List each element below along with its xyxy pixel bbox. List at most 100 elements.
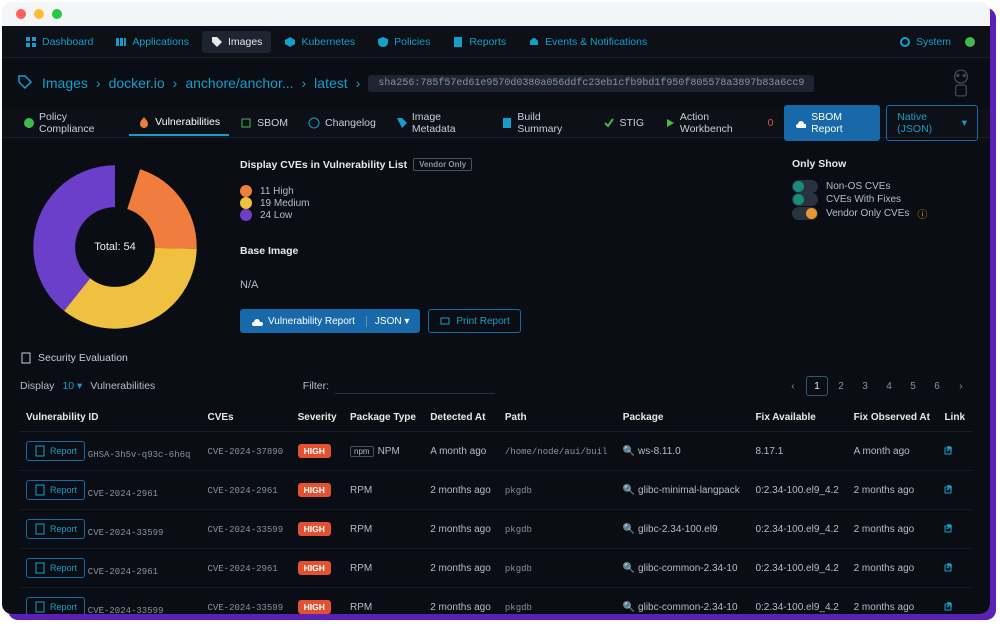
col-header[interactable]: Package xyxy=(617,404,750,432)
page-next[interactable]: › xyxy=(950,376,972,396)
toggle-switch[interactable] xyxy=(792,207,818,220)
close-dot[interactable] xyxy=(16,9,26,19)
col-header[interactable]: Link xyxy=(938,404,972,432)
row-report-button[interactable]: Report xyxy=(26,441,85,461)
tag-icon xyxy=(18,75,34,91)
legend-item[interactable]: 24 Low xyxy=(240,209,762,221)
row-report-button[interactable]: Report xyxy=(26,519,85,539)
search-icon[interactable]: 🔍 xyxy=(623,485,635,496)
tab-metadata[interactable]: Image Metadata xyxy=(387,105,491,141)
external-link-icon[interactable] xyxy=(944,526,956,537)
page-2[interactable]: 2 xyxy=(830,376,852,396)
col-header[interactable]: Fix Observed At xyxy=(848,404,939,432)
base-image-value: N/A xyxy=(240,279,762,291)
external-link-icon[interactable] xyxy=(944,604,956,615)
bell-icon xyxy=(528,36,540,48)
row-report-button[interactable]: Report xyxy=(26,558,85,578)
donut-total: Total: 54 xyxy=(94,241,136,253)
legend-item[interactable]: 19 Medium xyxy=(240,197,762,209)
toggle-switch[interactable] xyxy=(792,180,818,193)
detected-at: 2 months ago xyxy=(424,588,499,615)
col-header[interactable]: Package Type xyxy=(344,404,424,432)
external-link-icon[interactable] xyxy=(944,448,956,459)
sbom-report-button[interactable]: SBOM Report xyxy=(784,105,880,141)
top-nav: Dashboard Applications Images Kubernetes… xyxy=(2,26,990,58)
search-icon[interactable]: 🔍 xyxy=(623,446,635,457)
nav-dashboard[interactable]: Dashboard xyxy=(16,31,102,53)
nav-label: Dashboard xyxy=(42,36,93,48)
cve-id: CVE-2024-33599 xyxy=(207,603,283,613)
page-6[interactable]: 6 xyxy=(926,376,948,396)
tab-build[interactable]: Build Summary xyxy=(492,105,591,141)
page-4[interactable]: 4 xyxy=(878,376,900,396)
col-header[interactable]: Detected At xyxy=(424,404,499,432)
col-header[interactable]: Vulnerability ID xyxy=(20,404,201,432)
legend-item[interactable]: 11 High xyxy=(240,185,762,197)
tab-policy[interactable]: Policy Compliance xyxy=(14,105,127,141)
tab-sbom[interactable]: SBOM xyxy=(231,111,297,135)
bc-root[interactable]: Images xyxy=(42,75,88,91)
bc-tag[interactable]: latest xyxy=(314,75,347,91)
nav-images[interactable]: Images xyxy=(202,31,271,53)
fire-icon xyxy=(138,116,150,128)
tab-changelog[interactable]: Changelog xyxy=(299,111,385,135)
tab-vulnerabilities[interactable]: Vulnerabilities xyxy=(129,110,229,136)
nav-policies[interactable]: Policies xyxy=(368,31,439,53)
external-link-icon[interactable] xyxy=(944,487,956,498)
color-swatch xyxy=(240,209,252,221)
display-label: Display xyxy=(20,380,54,392)
doc-icon xyxy=(452,36,464,48)
nav-label: Applications xyxy=(132,36,189,48)
col-header[interactable]: CVEs xyxy=(201,404,291,432)
external-link-icon[interactable] xyxy=(944,565,956,576)
robot-icon xyxy=(948,68,974,98)
print-report-button[interactable]: Print Report xyxy=(428,309,520,333)
search-icon[interactable]: 🔍 xyxy=(623,524,635,535)
toggle-label: Vendor Only CVEs xyxy=(826,208,909,219)
col-header[interactable]: Fix Available xyxy=(749,404,847,432)
nav-reports[interactable]: Reports xyxy=(443,31,515,53)
chevron-right-icon: › xyxy=(356,75,361,91)
row-report-button[interactable]: Report xyxy=(26,480,85,500)
bc-registry[interactable]: docker.io xyxy=(109,75,165,91)
page-1[interactable]: 1 xyxy=(806,376,828,396)
tab-action[interactable]: Action Workbench0 xyxy=(655,105,782,141)
format-dropdown[interactable]: JSON ▾ xyxy=(366,316,409,327)
tag-icon xyxy=(396,117,407,129)
native-json-button[interactable]: Native (JSON)▾ xyxy=(886,105,978,141)
search-icon[interactable]: 🔍 xyxy=(623,602,635,613)
max-dot[interactable] xyxy=(52,9,62,19)
only-show-block: Only Show Non-OS CVEsCVEs With FixesVend… xyxy=(792,152,972,342)
breadcrumb: Images › docker.io › anchore/anchor... ›… xyxy=(2,58,990,108)
col-header[interactable]: Path xyxy=(499,404,617,432)
browser-window: Dashboard Applications Images Kubernetes… xyxy=(2,2,990,614)
vuln-report-button[interactable]: Vulnerability ReportJSON ▾ xyxy=(240,309,420,333)
search-icon[interactable]: 🔍 xyxy=(623,563,635,574)
bc-repo[interactable]: anchore/anchor... xyxy=(185,75,293,91)
page-5[interactable]: 5 xyxy=(902,376,924,396)
page-size-select[interactable]: 10 ▾ xyxy=(62,380,82,392)
toggle-switch[interactable] xyxy=(792,193,818,206)
main-content: Total: 54 Display CVEs in Vulnerability … xyxy=(2,138,990,614)
filter-input[interactable] xyxy=(335,378,495,394)
summary-row: Total: 54 Display CVEs in Vulnerability … xyxy=(20,152,972,342)
cve-id: CVE-2024-2961 xyxy=(207,486,277,496)
color-swatch xyxy=(240,185,252,197)
shield-icon xyxy=(23,117,34,129)
tab-stig[interactable]: STIG xyxy=(594,111,654,135)
page-3[interactable]: 3 xyxy=(854,376,876,396)
page-prev[interactable]: ‹ xyxy=(782,376,804,396)
legend-block: Display CVEs in Vulnerability ListVendor… xyxy=(240,152,762,342)
nav-applications[interactable]: Applications xyxy=(106,31,198,53)
security-evaluation-link[interactable]: Security Evaluation xyxy=(20,352,972,364)
nav-events[interactable]: Events & Notifications xyxy=(519,31,656,53)
col-header[interactable]: Severity xyxy=(292,404,344,432)
cve-id: CVE-2024-2961 xyxy=(207,564,277,574)
min-dot[interactable] xyxy=(34,9,44,19)
nav-system[interactable]: System xyxy=(890,31,960,53)
fix-observed: A month ago xyxy=(848,432,939,471)
nav-kubernetes[interactable]: Kubernetes xyxy=(275,31,364,53)
row-report-button[interactable]: Report xyxy=(26,597,85,614)
info-icon[interactable]: ⓘ xyxy=(917,206,927,221)
tab-bar: Policy Compliance Vulnerabilities SBOM C… xyxy=(2,108,990,138)
